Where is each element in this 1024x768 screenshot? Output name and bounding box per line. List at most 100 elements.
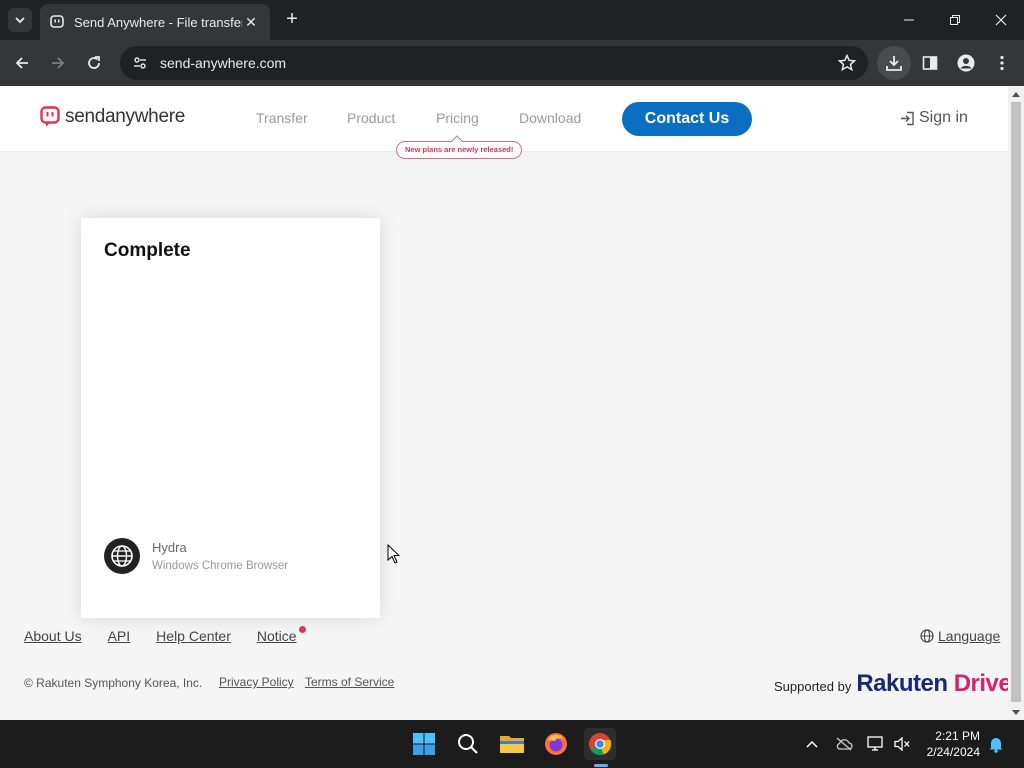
browser-menu-button[interactable] <box>990 51 1014 75</box>
close-window-button[interactable] <box>986 8 1016 32</box>
side-panel-icon <box>922 56 938 70</box>
tab-search-button[interactable] <box>8 8 32 32</box>
notice-new-dot <box>298 626 306 633</box>
send-anywhere-favicon-icon <box>50 15 64 28</box>
new-plans-badge[interactable]: New plans are newly released! <box>396 141 523 159</box>
browser-toolbar: send-anywhere.com <box>0 40 1024 86</box>
minimize-icon <box>904 19 914 21</box>
terms-of-service-link[interactable]: Terms of Service <box>305 675 394 689</box>
clock-time: 2:21 PM <box>935 729 980 743</box>
tab-title: Send Anywhere - File transfer <box>74 14 242 30</box>
footer-link-notice[interactable]: Notice <box>256 626 306 644</box>
new-tab-button[interactable]: + <box>280 8 304 32</box>
onedrive-button[interactable] <box>834 734 854 754</box>
privacy-policy-link[interactable]: Privacy Policy <box>219 675 294 689</box>
bookmark-star-icon[interactable] <box>838 54 856 72</box>
volume-button[interactable] <box>892 734 912 754</box>
search-icon <box>458 734 478 754</box>
scroll-down-arrow[interactable] <box>1012 710 1020 715</box>
footer-link-help-center[interactable]: Help Center <box>156 628 231 644</box>
url-text[interactable]: send-anywhere.com <box>160 55 286 71</box>
mouse-cursor-icon <box>387 544 401 564</box>
supported-by-rakuten-drive[interactable]: Supported by Rakuten Drive <box>774 670 1008 698</box>
download-icon <box>886 56 902 71</box>
device-avatar <box>104 538 140 574</box>
footer-link-about-us[interactable]: About Us <box>24 628 82 644</box>
send-anywhere-logo-icon <box>40 106 60 127</box>
minimize-button[interactable] <box>894 8 924 32</box>
scroll-up-arrow[interactable] <box>1012 92 1020 97</box>
scroll-thumb[interactable] <box>1011 102 1021 702</box>
chrome-button[interactable] <box>584 728 616 760</box>
kebab-menu-icon <box>1000 55 1004 71</box>
show-hidden-icons-button[interactable] <box>802 734 822 754</box>
footer-link-api[interactable]: API <box>108 628 131 644</box>
profile-button[interactable] <box>954 51 978 75</box>
arrow-left-icon <box>15 57 28 69</box>
firefox-button[interactable] <box>540 728 572 760</box>
supported-by-label: Supported by <box>774 679 852 694</box>
language-selector[interactable]: Language <box>920 628 1000 644</box>
search-button[interactable] <box>452 728 484 760</box>
file-explorer-button[interactable] <box>496 728 528 760</box>
arrow-right-icon <box>52 57 65 69</box>
taskbar-clock[interactable]: 2:21 PM 2/24/2024 <box>918 728 980 760</box>
reload-icon <box>88 56 100 69</box>
sign-in-label: Sign in <box>919 109 968 126</box>
side-panel-button[interactable] <box>918 51 942 75</box>
copyright-text: © Rakuten Symphony Korea, Inc. <box>24 676 203 690</box>
folder-icon <box>500 736 524 753</box>
card-title: Complete <box>104 240 191 261</box>
globe-icon <box>111 545 133 567</box>
sign-in-link[interactable]: Sign in <box>900 109 968 127</box>
chrome-icon <box>589 733 612 756</box>
globe-icon <box>920 629 934 643</box>
send-anywhere-logo[interactable]: sendanywhere <box>40 106 185 128</box>
site-header: sendanywhere Transfer Product Pricing Do… <box>0 86 1008 159</box>
chevron-up-icon <box>806 740 818 748</box>
reload-button[interactable] <box>82 51 106 75</box>
tab-close-icon[interactable]: ✕ <box>242 14 260 31</box>
contact-us-button[interactable]: Contact Us <box>622 102 752 136</box>
rakuten-drive-logo: Rakuten Drive <box>856 670 1008 697</box>
transfer-complete-card: Complete Hydra Windows Chrome Browser <box>81 218 380 618</box>
notice-label: Notice <box>256 628 297 644</box>
notifications-button[interactable] <box>986 734 1006 754</box>
nav-download[interactable]: Download <box>519 110 581 126</box>
firefox-icon <box>545 733 567 755</box>
logo-text: sendanywhere <box>65 106 185 127</box>
restore-icon <box>950 15 960 25</box>
browser-tab-strip: Send Anywhere - File transfer ✕ + <box>0 0 1024 40</box>
footer-links: About Us API Help Center Notice <box>24 626 323 644</box>
close-icon <box>995 14 1007 26</box>
device-name: Hydra <box>152 540 187 555</box>
nav-transfer[interactable]: Transfer <box>256 110 308 126</box>
back-button[interactable] <box>10 51 34 75</box>
windows-logo-icon <box>413 733 435 755</box>
start-button[interactable] <box>408 728 440 760</box>
profile-icon <box>957 54 975 72</box>
nav-pricing[interactable]: Pricing <box>436 110 479 126</box>
speaker-muted-icon <box>894 736 910 752</box>
device-description: Windows Chrome Browser <box>152 560 289 572</box>
site-settings-icon[interactable] <box>132 55 148 71</box>
restore-button[interactable] <box>940 8 970 32</box>
clock-date: 2/24/2024 <box>926 745 980 759</box>
sign-in-icon <box>901 111 914 125</box>
web-page: sendanywhere Transfer Product Pricing Do… <box>0 86 1008 720</box>
bell-icon <box>989 738 1003 753</box>
chrome-active-indicator <box>594 764 608 767</box>
browser-tab-active[interactable]: Send Anywhere - File transfer ✕ <box>40 4 270 40</box>
language-label: Language <box>938 628 1001 644</box>
forward-button[interactable] <box>46 51 70 75</box>
network-icon <box>867 736 883 751</box>
device-info: Hydra Windows Chrome Browser <box>104 538 288 574</box>
nav-product[interactable]: Product <box>347 110 395 126</box>
address-bar[interactable]: send-anywhere.com <box>120 46 868 80</box>
cloud-offline-icon <box>836 737 853 751</box>
windows-taskbar: 2:21 PM 2/24/2024 <box>0 720 1024 768</box>
network-button[interactable] <box>866 734 886 754</box>
downloads-icon-wrap[interactable] <box>882 51 906 75</box>
chevron-down-icon <box>15 17 25 24</box>
page-scrollbar[interactable] <box>1008 86 1024 720</box>
